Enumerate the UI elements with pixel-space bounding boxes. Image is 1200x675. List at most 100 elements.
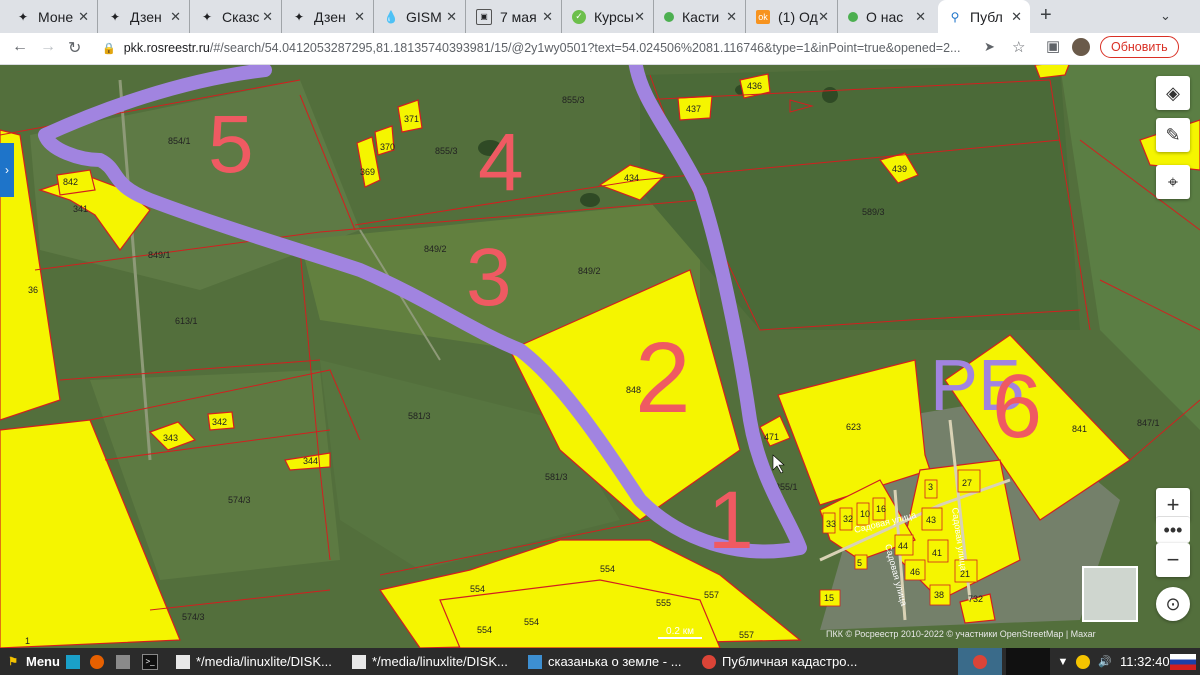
ruler-icon[interactable]: ✎ <box>1156 118 1190 152</box>
back-icon[interactable]: ← <box>12 38 28 56</box>
zoom-out-icon[interactable]: − <box>1156 543 1190 577</box>
compass-icon[interactable]: ⊙ <box>1156 587 1190 621</box>
tab-title: Публ <box>970 8 1003 25</box>
update-tray-icon[interactable] <box>1076 648 1096 675</box>
layers-icon[interactable]: ◈ <box>1156 76 1190 110</box>
bookmark-star-icon[interactable]: ☆ <box>1012 38 1025 56</box>
tab-title: Дзен <box>314 8 346 25</box>
tab-6[interactable]: ▣ 7 мая ✕ <box>466 0 562 33</box>
plot-label: 842 <box>63 177 78 187</box>
tab-3[interactable]: ✦ Сказс ✕ <box>190 0 282 33</box>
plot-label: 41 <box>932 548 942 558</box>
close-icon[interactable]: ✕ <box>1011 9 1022 25</box>
browser-toolbar: ← → ↻ 🔒 pkk.rosreestr.ru/#/search/54.041… <box>0 33 1200 65</box>
plot-label: 46 <box>910 567 920 577</box>
send-icon[interactable]: ➤ <box>984 39 995 55</box>
plot-label: 589/3 <box>862 207 885 217</box>
firefox-icon[interactable] <box>90 648 110 675</box>
map-canvas: 854/1 855/3 855/3 855/1 849/2 849/2 849/… <box>0 65 1200 648</box>
plot-label: 554 <box>470 584 485 594</box>
tab-5[interactable]: 💧 GISM ✕ <box>374 0 466 33</box>
taskbar-window-2[interactable]: */media/linuxlite/DISK... <box>352 648 528 675</box>
plot-label: 5 <box>857 558 862 568</box>
address-bar[interactable]: 🔒 pkk.rosreestr.ru/#/search/54.041205328… <box>102 36 972 60</box>
tab-8[interactable]: Касти ✕ <box>654 0 746 33</box>
close-icon[interactable]: ✕ <box>170 9 181 25</box>
plot-label: 43 <box>926 515 936 525</box>
plot-label: 437 <box>686 104 701 114</box>
close-icon[interactable]: ✕ <box>446 9 457 25</box>
tab-9[interactable]: ok (1) Од ✕ <box>746 0 838 33</box>
update-button[interactable]: Обновить <box>1100 36 1179 58</box>
cadastral-map[interactable]: 854/1 855/3 855/3 855/1 849/2 849/2 849/… <box>0 65 1200 648</box>
plot-label: 554 <box>524 617 539 627</box>
volume-icon[interactable]: 🔊 <box>1098 648 1118 675</box>
tab-7[interactable]: ✓ Курсы ✕ <box>562 0 654 33</box>
plot-label: 557 <box>739 630 754 640</box>
green-leaf-icon <box>848 11 858 22</box>
plot-label: 436 <box>747 81 762 91</box>
tab-search-icon[interactable]: ⌄ <box>1160 8 1171 24</box>
terminal-icon[interactable]: >_ <box>142 648 164 675</box>
close-icon[interactable]: ✕ <box>78 9 89 25</box>
plot-label: 342 <box>212 417 227 427</box>
tab-11-active[interactable]: ⚲ Публ ✕ <box>938 0 1030 33</box>
chrome-icon <box>973 654 987 669</box>
wifi-icon[interactable]: ▼ <box>1056 648 1076 675</box>
minimap[interactable] <box>1082 566 1138 622</box>
show-desktop-icon[interactable] <box>66 648 86 675</box>
plot-label: 44 <box>898 541 908 551</box>
close-icon[interactable]: ✕ <box>726 9 737 25</box>
avatar[interactable] <box>1072 38 1090 56</box>
close-icon[interactable]: ✕ <box>818 9 829 25</box>
taskbar-window-1[interactable]: */media/linuxlite/DISK... <box>176 648 352 675</box>
plot-label: 581/3 <box>408 411 431 421</box>
folder-icon <box>528 654 542 669</box>
close-icon[interactable]: ✕ <box>262 9 273 25</box>
reload-icon[interactable]: ↻ <box>68 38 81 58</box>
plot-label: 613/1 <box>175 316 198 326</box>
window-title: сказанька о земле - ... <box>548 654 682 669</box>
system-taskbar: ⚑ Menu >_ */media/linuxlite/DISK... */med… <box>0 648 1200 675</box>
forward-icon[interactable]: → <box>40 38 56 56</box>
tab-10[interactable]: О нас ✕ <box>838 0 934 33</box>
window-title: */media/linuxlite/DISK... <box>372 654 508 669</box>
plot-label: 434 <box>624 173 639 183</box>
drawn-number: 6 <box>992 357 1042 457</box>
close-icon[interactable]: ✕ <box>542 9 553 25</box>
more-icon[interactable]: ••• <box>1156 516 1190 543</box>
workspace-1[interactable] <box>958 648 1002 675</box>
tab-2[interactable]: ✦ Дзен ✕ <box>98 0 190 33</box>
tab-4[interactable]: ✦ Дзен ✕ <box>282 0 374 33</box>
plot-label: 554 <box>477 625 492 635</box>
side-panel-toggle[interactable]: › <box>0 143 14 197</box>
plot-label: 623 <box>846 422 861 432</box>
drop-icon: 💧 <box>383 9 399 24</box>
scale-bar: 0.2 км <box>658 626 702 639</box>
side-panel-icon[interactable]: ▣ <box>1046 37 1060 55</box>
taskbar-window-3[interactable]: сказанька о земле - ... <box>528 648 700 675</box>
text-editor-icon <box>176 654 190 669</box>
start-menu[interactable]: ⚑ Menu <box>6 648 60 675</box>
locate-icon[interactable]: ⌖ <box>1156 165 1190 199</box>
photo-icon: ▣ <box>476 8 492 25</box>
plot-label: 15 <box>824 593 834 603</box>
close-icon[interactable]: ✕ <box>915 9 926 25</box>
taskbar-window-4[interactable]: Публичная кадастро... <box>702 648 878 675</box>
workspace-2[interactable] <box>1006 648 1050 675</box>
plot-label: 732 <box>968 594 983 604</box>
plot-label: 581/3 <box>545 472 568 482</box>
tab-1[interactable]: ✦ Моне ✕ <box>6 0 98 33</box>
plot-label: 439 <box>892 164 907 174</box>
tab-title: Курсы <box>594 8 634 25</box>
close-icon[interactable]: ✕ <box>354 9 365 25</box>
tab-title: Моне <box>38 8 74 25</box>
new-tab-button[interactable]: + <box>1040 4 1052 27</box>
tab-title: GISM <box>406 8 442 25</box>
close-icon[interactable]: ✕ <box>634 9 645 25</box>
menu-label: Menu <box>26 654 60 669</box>
files-icon[interactable] <box>116 648 136 675</box>
tab-strip: ✦ Моне ✕ ✦ Дзен ✕ ✦ Сказс ✕ ✦ Дзен ✕ 💧 GISM ✕ ▣ 7 м… <box>0 0 1200 33</box>
star-compass-icon: ✦ <box>17 9 29 24</box>
keyboard-layout-flag-icon[interactable] <box>1170 648 1198 675</box>
